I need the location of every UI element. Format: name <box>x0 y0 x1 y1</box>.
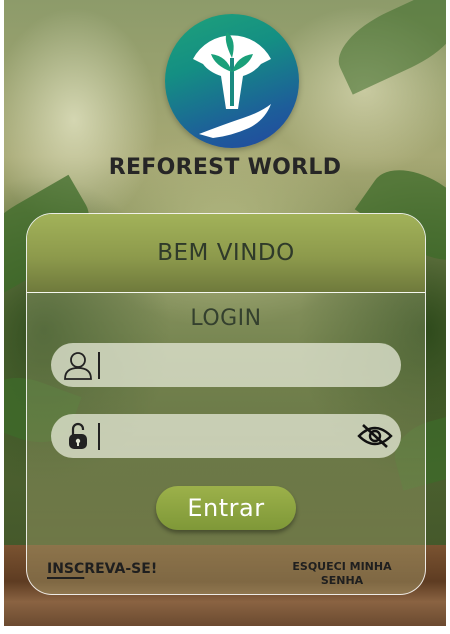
welcome-title: BEM VINDO <box>157 240 295 266</box>
text-cursor <box>98 423 100 450</box>
seedling-hand-icon <box>193 32 271 138</box>
login-title: LOGIN <box>190 306 262 331</box>
brand-name: REFOREST WORLD <box>108 155 342 180</box>
forgot-password-line2: SENHA <box>320 574 364 587</box>
username-field[interactable] <box>51 343 401 387</box>
forgot-password-line1: ESQUECI MINHA <box>292 560 392 573</box>
signup-link-rest: REVA-SE! <box>84 561 158 577</box>
password-input[interactable] <box>105 422 349 452</box>
forgot-password-link[interactable]: ESQUECI MINHA SENHA <box>277 560 407 588</box>
text-cursor <box>98 352 100 379</box>
signup-link-underlined: INSC <box>47 561 85 577</box>
logo <box>165 14 299 148</box>
login-card: BEM VINDO LOGIN Entrar INSCREVA-SE! ESQU… <box>26 213 426 595</box>
eye-slash-icon[interactable] <box>357 422 393 450</box>
foliage-right-top <box>327 0 446 95</box>
password-field[interactable] <box>51 414 401 458</box>
signup-link[interactable]: INSCREVA-SE! <box>47 561 157 577</box>
card-header: BEM VINDO <box>27 214 425 293</box>
submit-button[interactable]: Entrar <box>156 486 296 530</box>
username-input[interactable] <box>105 351 349 381</box>
user-icon <box>64 352 92 380</box>
unlocked-padlock-icon <box>69 422 87 449</box>
